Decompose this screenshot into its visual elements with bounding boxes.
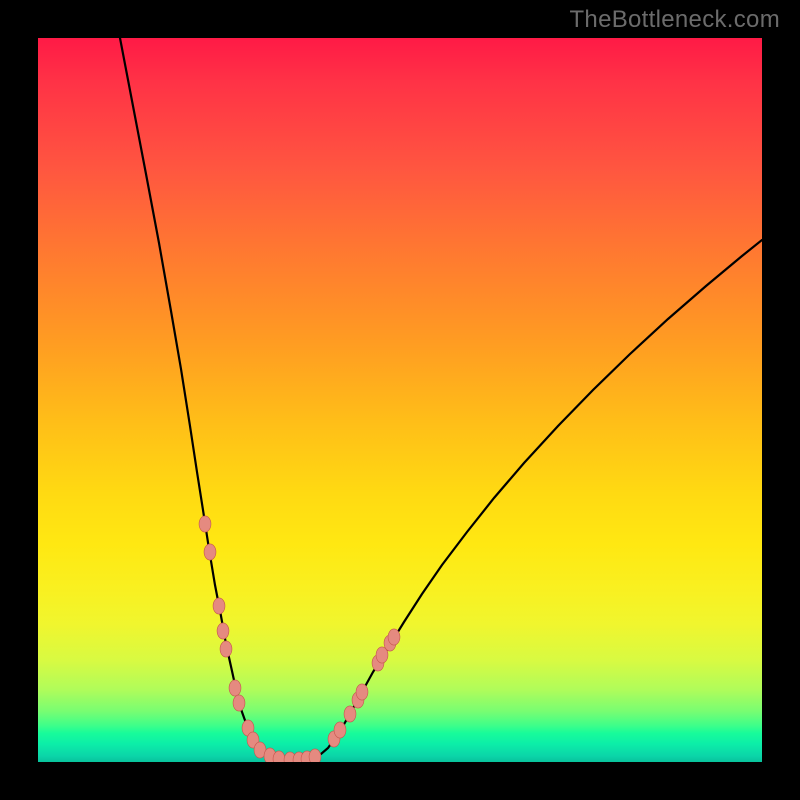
cluster-marker bbox=[334, 722, 346, 738]
cluster-marker bbox=[204, 544, 216, 560]
cluster-marker bbox=[220, 641, 232, 657]
cluster-marker bbox=[344, 706, 356, 722]
cluster-marker bbox=[217, 623, 229, 639]
cluster-marker bbox=[309, 749, 321, 762]
cluster-marker bbox=[229, 680, 241, 696]
left-branch-curve bbox=[120, 38, 306, 760]
right-branch-curve bbox=[306, 240, 762, 760]
chart-frame: TheBottleneck.com bbox=[0, 0, 800, 800]
cluster-marker bbox=[388, 629, 400, 645]
cluster-marker bbox=[199, 516, 211, 532]
watermark-text: TheBottleneck.com bbox=[569, 6, 780, 34]
curve-layer bbox=[38, 38, 762, 762]
cluster-marker-group bbox=[199, 516, 400, 762]
cluster-marker bbox=[213, 598, 225, 614]
cluster-marker bbox=[356, 684, 368, 700]
plot-area bbox=[38, 38, 762, 762]
cluster-marker bbox=[233, 695, 245, 711]
